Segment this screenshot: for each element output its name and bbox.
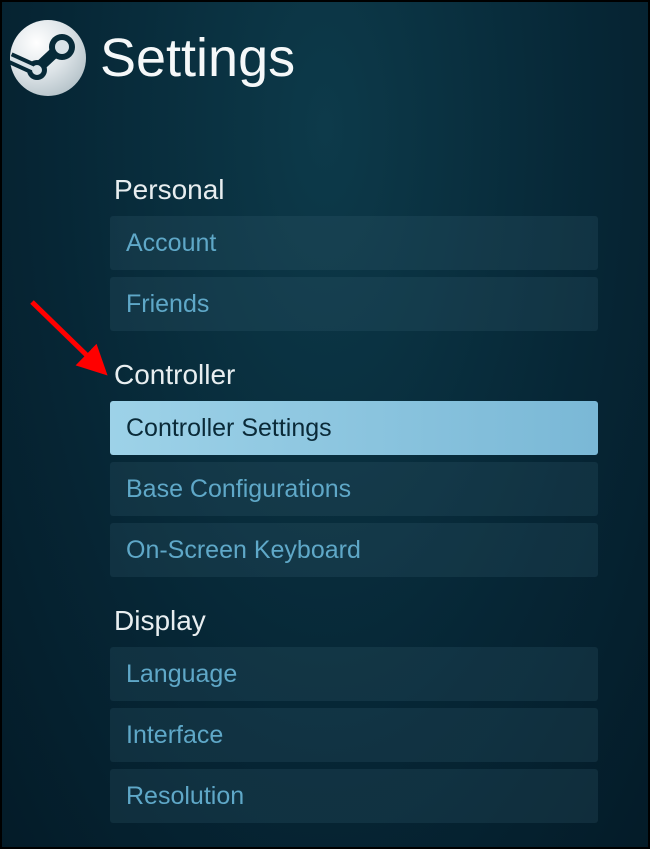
nav-item-base-configurations[interactable]: Base Configurations: [110, 462, 598, 516]
nav-item-label: Friends: [126, 290, 209, 319]
nav-item-label: Language: [126, 660, 237, 689]
header: Settings: [2, 2, 648, 114]
page-title: Settings: [100, 27, 295, 89]
section-display: Display Language Interface Resolution: [110, 605, 598, 823]
nav-item-language[interactable]: Language: [110, 647, 598, 701]
nav-item-label: Account: [126, 229, 216, 258]
nav-item-friends[interactable]: Friends: [110, 277, 598, 331]
nav-item-resolution[interactable]: Resolution: [110, 769, 598, 823]
section-heading-personal: Personal: [110, 174, 598, 206]
nav-item-interface[interactable]: Interface: [110, 708, 598, 762]
steam-logo-icon: [10, 20, 86, 96]
nav-item-label: On-Screen Keyboard: [126, 536, 361, 565]
nav-item-on-screen-keyboard[interactable]: On-Screen Keyboard: [110, 523, 598, 577]
section-heading-controller: Controller: [110, 359, 598, 391]
settings-content: Personal Account Friends Controller Cont…: [2, 114, 648, 823]
section-controller: Controller Controller Settings Base Conf…: [110, 359, 598, 577]
section-personal: Personal Account Friends: [110, 174, 598, 331]
nav-item-label: Interface: [126, 721, 223, 750]
section-heading-display: Display: [110, 605, 598, 637]
nav-item-account[interactable]: Account: [110, 216, 598, 270]
nav-item-label: Controller Settings: [126, 414, 332, 443]
nav-item-label: Base Configurations: [126, 475, 351, 504]
nav-item-controller-settings[interactable]: Controller Settings: [110, 401, 598, 455]
nav-item-label: Resolution: [126, 782, 244, 811]
